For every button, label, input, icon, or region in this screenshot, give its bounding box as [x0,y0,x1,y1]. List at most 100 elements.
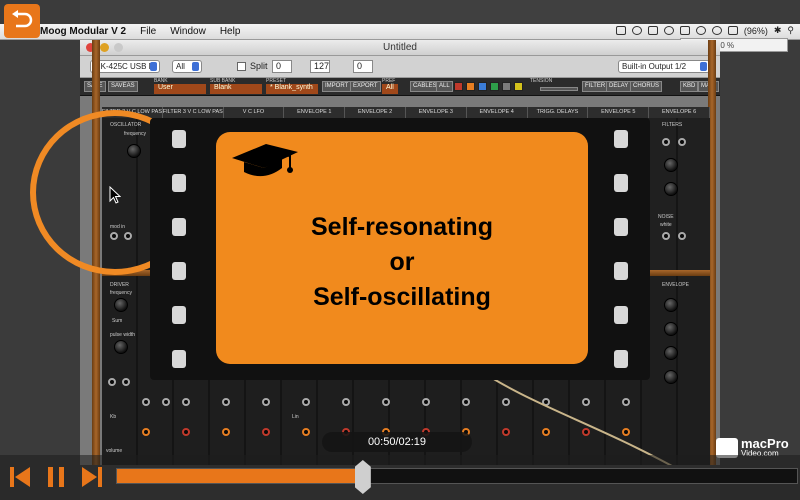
film-sprocket [172,130,186,148]
progress-bar[interactable] [116,468,798,484]
module-tab[interactable]: TRIGG. DELAYS [528,107,589,118]
patch-jack[interactable] [462,398,470,406]
patch-jack[interactable] [262,398,270,406]
patch-jack[interactable] [182,428,190,436]
patch-jack[interactable] [678,138,686,146]
film-sprocket [172,174,186,192]
module-tab[interactable]: FILTER 3 V C LOW PASS [163,107,224,118]
patch-jack[interactable] [302,428,310,436]
patch-jack[interactable] [108,378,116,386]
split-low-field[interactable]: 0 [272,60,292,73]
title-card-text: Self-resonating or Self-oscillating [216,210,588,315]
cable-color-green[interactable] [490,82,499,91]
patch-jack[interactable] [302,398,310,406]
clock-icon[interactable] [663,26,674,35]
spotlight-icon[interactable]: ⚲ [787,25,794,36]
patch-jack[interactable] [262,428,270,436]
split-value-field[interactable]: 0 [353,60,373,73]
patch-jack[interactable] [382,398,390,406]
patch-jack[interactable] [662,138,670,146]
pause-icon[interactable] [44,465,68,489]
envelope-knob[interactable] [664,298,678,312]
white-label: white [660,222,672,228]
film-sprocket [614,350,628,368]
module-tab[interactable]: ENVELOPE 1 [284,107,346,118]
patch-jack[interactable] [342,398,350,406]
keyboard-icon[interactable] [679,26,690,35]
import-button[interactable]: IMPORT [322,81,352,92]
module-tab[interactable]: ENVELOPE 2 [345,107,406,118]
patch-jack[interactable] [142,398,150,406]
bank-field[interactable]: User [154,84,206,94]
menu-help[interactable]: Help [220,26,241,37]
patch-jack[interactable] [182,398,190,406]
patch-jack[interactable] [162,398,170,406]
bluetooth-icon[interactable]: ✱ [774,25,782,36]
export-button[interactable]: EXPORT [350,81,381,92]
envelope-knob[interactable] [664,322,678,336]
kbd-button[interactable]: KBD [680,81,699,92]
undo-arrow-icon [12,10,33,28]
title-line-2: or [389,248,415,276]
patch-jack[interactable] [678,232,686,240]
preset-field[interactable]: * Blank_synth [266,84,318,94]
split-checkbox[interactable] [237,62,246,71]
midi-device-value: MK-425C USB M [94,62,156,71]
cable-color-red[interactable] [454,82,463,91]
battery-percent: (96%) [743,25,768,36]
module-tab[interactable]: ENVELOPE 6 [649,107,710,118]
graduation-cap-icon [232,144,298,177]
filter-knob[interactable] [664,182,678,196]
module-tab[interactable]: ENVELOPE 3 [406,107,467,118]
patch-jack[interactable] [422,398,430,406]
app-menu[interactable]: Moog Modular V 2 [40,26,126,37]
midi-channel-select[interactable]: All [172,60,202,73]
tension-slider[interactable] [540,87,578,91]
cables-all-button[interactable]: ALL [436,81,453,92]
delay-button[interactable]: DELAY [606,81,632,92]
film-sprocket [172,262,186,280]
title-line-1: Self-resonating [311,213,493,241]
menu-file[interactable]: File [140,26,156,37]
patch-jack[interactable] [142,428,150,436]
patch-jack[interactable] [122,378,130,386]
prefs-field[interactable]: All [382,84,398,94]
volume-icon[interactable] [711,26,722,35]
globe-icon[interactable] [631,26,642,35]
patch-jack[interactable] [222,428,230,436]
filter-knob[interactable] [664,158,678,172]
patch-jack[interactable] [222,398,230,406]
filter-button[interactable]: FILTER [582,81,609,92]
audio-output-select[interactable]: Built-in Output 1/2 [618,60,710,73]
module-tab[interactable]: ENVELOPE 5 [588,107,650,118]
chorus-button[interactable]: CHORUS [630,81,663,92]
cable-color-blue[interactable] [478,82,487,91]
module-tab[interactable]: V C LFO [224,107,285,118]
midi-device-select[interactable]: MK-425C USB M [90,60,160,73]
noise-label: NOISE [658,214,674,220]
envelope-knob[interactable] [664,346,678,360]
sub-bank-field[interactable]: Blank [210,84,262,94]
back-button[interactable] [4,4,40,38]
progress-fill [117,469,364,483]
save-as-button[interactable]: SAVEAS [108,81,138,92]
cable-color-yellow[interactable] [514,82,523,91]
split-high-field[interactable]: 127 [310,60,330,73]
midi-channel-value: All [176,62,185,71]
skip-back-icon[interactable] [8,465,32,489]
scrubber-handle[interactable] [354,460,371,494]
patch-jack[interactable] [662,232,670,240]
cable-color-orange[interactable] [466,82,475,91]
display-icon[interactable] [647,26,658,35]
skip-forward-icon[interactable] [80,465,104,489]
menu-window[interactable]: Window [170,26,206,37]
pulse-width-knob[interactable] [114,340,128,354]
module-tab[interactable]: ENVELOPE 4 [467,107,528,118]
window-title: Untitled [383,42,417,53]
battery-icon[interactable] [727,26,738,35]
screen-icon[interactable] [615,26,626,35]
wifi-icon[interactable] [695,26,706,35]
patch-cable[interactable] [482,378,682,465]
cable-color-grey[interactable] [502,82,511,91]
driver-frequency-knob[interactable] [114,298,128,312]
